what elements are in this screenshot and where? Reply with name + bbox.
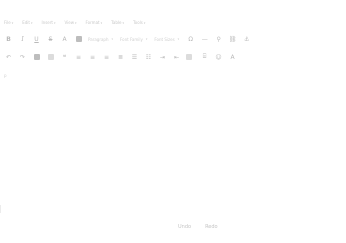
align-left-button[interactable]: ≡	[74, 53, 83, 62]
underline-icon: U	[34, 35, 39, 43]
highlight-icon	[75, 36, 82, 42]
quote-icon: ❝	[62, 53, 67, 61]
menu-file-label: File	[4, 20, 11, 25]
status-bar: p	[4, 73, 13, 78]
resize-handle[interactable]	[0, 205, 1, 213]
link-icon: ⚲	[216, 35, 221, 43]
font-size-label: Font Sizes	[154, 36, 175, 42]
blockquote-button[interactable]: ❝	[60, 53, 69, 62]
special-character-button[interactable]: Ω	[186, 35, 195, 44]
menu-format-label: Format	[85, 20, 100, 25]
media-icon	[47, 54, 54, 60]
emoticon-icon: ☺	[215, 53, 222, 61]
undo-button[interactable]: ↶	[4, 53, 13, 62]
indent-button[interactable]: ⇥	[158, 53, 167, 62]
menu-format[interactable]: Format ▾	[86, 19, 103, 27]
menu-insert[interactable]: Insert ▾	[41, 19, 55, 27]
align-center-button[interactable]: ≡	[88, 53, 97, 62]
menubar: File ▾ Edit ▾ Insert ▾ View ▾ Format ▾ Table ▾…	[4, 19, 145, 27]
menu-edit[interactable]: Edit ▾	[22, 19, 32, 27]
chevron-down-icon: ▾	[111, 37, 114, 41]
menu-view[interactable]: View ▾	[64, 19, 76, 27]
element-path[interactable]: p	[4, 73, 7, 78]
bullet-list-button[interactable]: ☰	[130, 53, 139, 62]
redo-link[interactable]: Redo	[205, 224, 218, 230]
align-justify-button[interactable]: ≣	[116, 53, 125, 62]
chevron-down-icon: ▾	[177, 37, 180, 41]
code-icon: ⌸	[202, 53, 207, 60]
strikethrough-icon: S	[48, 35, 53, 43]
text-color-button[interactable]: A	[60, 35, 69, 44]
numbered-list-button[interactable]: ☷	[144, 53, 153, 62]
paragraph-format-label: Paragraph	[88, 36, 109, 42]
toolbar-formatting: B I U S A Paragraph ▾ Font Family ▾ Font S…	[4, 33, 251, 45]
background-color-button[interactable]	[74, 35, 83, 44]
anchor-icon: ⚓	[243, 35, 250, 43]
font-size-select[interactable]: Font Sizes ▾	[154, 35, 181, 44]
font-family-label: Font Family	[120, 36, 143, 42]
horizontal-rule-button[interactable]: —	[200, 35, 209, 44]
footer-actions: Undo Redo	[178, 224, 218, 230]
italic-icon: I	[21, 35, 24, 43]
text-color-icon: A	[62, 35, 67, 43]
menu-view-label: View	[64, 20, 74, 25]
italic-button[interactable]: I	[18, 35, 27, 44]
chevron-down-icon: ▾	[122, 21, 124, 25]
chevron-down-icon: ▾	[30, 21, 33, 25]
bold-button[interactable]: B	[4, 35, 13, 44]
align-right-icon: ≡	[103, 53, 110, 61]
menu-table-label: Table	[111, 20, 122, 25]
indent-icon: ⇥	[159, 53, 166, 61]
chevron-down-icon: ▾	[145, 37, 148, 41]
media-button[interactable]	[46, 53, 55, 62]
redo-icon: ↷	[19, 53, 26, 61]
chevron-down-icon: ▾	[74, 21, 77, 25]
menu-tools-label: Tools	[132, 20, 143, 25]
align-right-button[interactable]: ≡	[102, 53, 111, 62]
horizontal-line-icon: —	[201, 35, 208, 43]
menu-tools[interactable]: Tools ▾	[133, 19, 145, 27]
unlink-icon: ⛓	[228, 35, 237, 43]
anchor-button[interactable]: ⚓	[242, 35, 251, 44]
outdent-button[interactable]: ⇤	[172, 53, 181, 62]
code-button[interactable]: ⌸	[200, 53, 209, 62]
table-button[interactable]	[186, 53, 195, 62]
table-icon	[186, 54, 192, 60]
redo-button[interactable]: ↷	[18, 53, 27, 62]
paragraph-format-select[interactable]: Paragraph ▾	[88, 35, 115, 44]
undo-link[interactable]: Undo	[178, 224, 191, 230]
chevron-down-icon: ▾	[53, 21, 56, 25]
bullet-list-icon: ☰	[131, 53, 138, 61]
emoticons-button[interactable]: ☺	[214, 53, 223, 62]
menu-insert-label: Insert	[41, 20, 53, 25]
image-icon	[33, 54, 40, 60]
menu-edit-label: Edit	[22, 20, 30, 25]
underline-button[interactable]: U	[32, 35, 41, 44]
toolbar-insert: ↶ ↷ ❝ ≡ ≡ ≡ ≣ ☰ ☷ ⇥ ⇤ ⌸ ☺ A	[4, 51, 237, 63]
unlink-button[interactable]: ⛓	[228, 35, 237, 44]
align-justify-icon: ≣	[117, 53, 124, 61]
chevron-down-icon: ▾	[11, 21, 14, 25]
image-button[interactable]	[32, 53, 41, 62]
bold-icon: B	[6, 35, 11, 43]
omega-icon: Ω	[188, 35, 193, 43]
font-family-select[interactable]: Font Family ▾	[120, 35, 149, 44]
chevron-down-icon: ▾	[100, 21, 103, 25]
numbered-list-icon: ☷	[145, 53, 152, 61]
menu-file[interactable]: File ▾	[4, 19, 13, 27]
font-icon: A	[230, 53, 235, 61]
editor-content-area[interactable]	[4, 84, 342, 219]
undo-icon: ↶	[5, 53, 12, 61]
strikethrough-button[interactable]: S	[46, 35, 55, 44]
chevron-down-icon: ▾	[143, 21, 146, 25]
align-left-icon: ≡	[75, 53, 82, 61]
font-button[interactable]: A	[228, 53, 237, 62]
outdent-icon: ⇤	[173, 53, 180, 61]
align-center-icon: ≡	[89, 53, 96, 61]
link-button[interactable]: ⚲	[214, 35, 223, 44]
menu-table[interactable]: Table ▾	[111, 19, 124, 27]
